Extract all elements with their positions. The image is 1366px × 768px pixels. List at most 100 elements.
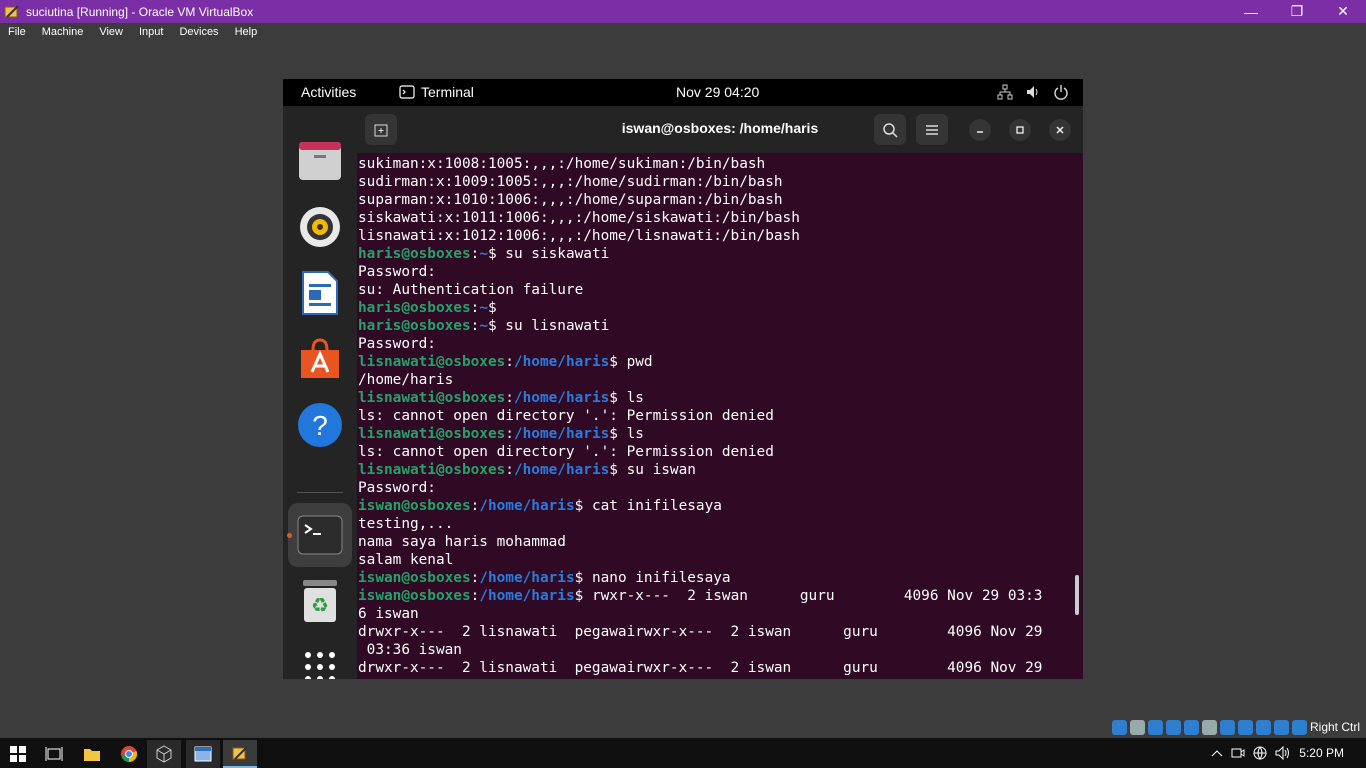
show-applications-icon[interactable] [297, 644, 343, 679]
network-adapter-icon[interactable] [1165, 719, 1181, 735]
system-menu[interactable] [997, 84, 1069, 100]
prompt-user: lisnawati@osboxes [358, 390, 506, 406]
mouse-integration-icon[interactable] [1273, 719, 1289, 735]
terminal-line: sukiman:x:1008:1005:,,,:/home/sukiman:/b… [358, 155, 1072, 173]
terminal-text: $ cat inifilesaya [574, 498, 722, 514]
windows-taskbar: 5:20 PM [0, 738, 1366, 768]
prompt-path: /home/haris [513, 462, 610, 478]
windows-logo-icon [10, 746, 26, 762]
help-icon[interactable]: ? [297, 402, 343, 448]
terminal-line: ls: cannot open directory '.': Permissio… [358, 407, 1072, 425]
file-explorer-button[interactable] [75, 740, 109, 768]
window-button[interactable] [186, 740, 220, 768]
task-view-button[interactable] [37, 740, 71, 768]
terminal-text: salam kenal [358, 552, 454, 568]
terminal-line: haris@osboxes:~$ su lisnawati [358, 317, 1072, 335]
maximize-icon [1016, 126, 1024, 134]
prompt-path: /home/haris [479, 588, 575, 604]
virtualbox-vm-icon [232, 746, 248, 760]
clock[interactable]: Nov 29 04:20 [676, 84, 759, 100]
terminal-line: Password: [358, 479, 1072, 497]
host-key-label: Right Ctrl [1309, 720, 1360, 734]
terminal-line: haris@osboxes:~$ [358, 299, 1072, 317]
prompt-user: iswan@osboxes [358, 588, 471, 604]
audio-icon[interactable] [1147, 719, 1163, 735]
libreoffice-writer-icon[interactable] [297, 270, 343, 316]
menu-machine[interactable]: Machine [34, 26, 92, 38]
terminal-text: $ ls [609, 426, 644, 442]
terminal-line: ls: cannot open directory '.': Permissio… [358, 443, 1072, 461]
terminal-text: sukiman:x:1008:1005:,,,:/home/sukiman:/b… [358, 156, 766, 172]
prompt-path: ~ [479, 300, 488, 316]
display-icon[interactable] [1219, 719, 1235, 735]
terminal-text: : [470, 588, 480, 604]
terminal-line: lisnawati@osboxes:/home/haris$ ls [358, 425, 1072, 443]
cpu-icon[interactable] [1255, 719, 1271, 735]
files-icon[interactable] [297, 138, 343, 184]
menu-devices[interactable]: Devices [171, 26, 226, 38]
prompt-path: /home/haris [513, 426, 610, 442]
terminal-line: drwxr-x--- 2 lisnawati pegawairwxr-x--- … [358, 659, 1072, 677]
terminal-text: suparman:x:1010:1006:,,,:/home/suparman:… [358, 192, 783, 208]
menu-button[interactable] [916, 114, 948, 145]
app-menu[interactable]: Terminal [399, 84, 474, 100]
app-name: Terminal [421, 84, 474, 100]
virtualbox-vm-button[interactable] [223, 740, 257, 768]
terminal-text: nama saya haris mohammad [358, 534, 566, 550]
close-button[interactable]: ✕ [1320, 0, 1366, 23]
storage-icon[interactable] [1111, 719, 1127, 735]
shared-folders-icon[interactable] [1201, 719, 1217, 735]
terminal-close-button[interactable] [1049, 119, 1071, 141]
terminal-scrollbar[interactable] [1075, 575, 1079, 615]
power-icon [1054, 85, 1068, 100]
terminal-text: drwxr-x--- 2 lisnawati pegawairwxr-x--- … [358, 624, 1043, 640]
meet-now-icon[interactable] [1231, 746, 1245, 760]
restore-button[interactable]: ❐ [1274, 0, 1320, 23]
terminal-output[interactable]: sukiman:x:1008:1005:,,,:/home/sukiman:/b… [358, 155, 1072, 679]
svg-text:♻: ♻ [311, 593, 329, 617]
terminal-window[interactable]: iswan@osboxes: /home/haris sukiman:x:100… [357, 106, 1083, 679]
recording-icon[interactable] [1237, 719, 1253, 735]
terminal-line: 03:36 iswan [358, 641, 1072, 659]
terminal-line: nama saya haris mohammad [358, 533, 1072, 551]
search-button[interactable] [874, 114, 906, 145]
keyboard-icon[interactable] [1291, 719, 1307, 735]
menu-view[interactable]: View [91, 26, 131, 38]
chrome-button[interactable] [112, 740, 146, 768]
menu-input[interactable]: Input [131, 26, 171, 38]
prompt-user: iswan@osboxes [358, 570, 471, 586]
trash-icon[interactable]: ♻ [297, 578, 343, 624]
terminal-text: Password: [358, 480, 436, 496]
terminal-dock-icon[interactable] [297, 512, 343, 558]
activities-button[interactable]: Activities [301, 84, 356, 100]
prompt-user: haris@osboxes [358, 246, 471, 262]
menu-help[interactable]: Help [227, 26, 266, 38]
terminal-text: siskawati:x:1011:1006:,,,:/home/siskawat… [358, 210, 800, 226]
chevron-up-icon[interactable] [1211, 748, 1223, 758]
terminal-line: lisnawati@osboxes:/home/haris$ su iswan [358, 461, 1072, 479]
rhythmbox-icon[interactable] [297, 204, 343, 250]
terminal-text: : [505, 426, 514, 442]
terminal-text: $ su lisnawati [487, 318, 610, 334]
globe-icon[interactable] [1253, 746, 1267, 760]
optical-drive-icon[interactable] [1129, 719, 1145, 735]
app-center-icon[interactable] [297, 336, 343, 382]
terminal-maximize-button[interactable] [1009, 119, 1031, 141]
prompt-user: haris@osboxes [358, 318, 471, 334]
minimize-button[interactable]: — [1228, 0, 1274, 23]
usb-icon[interactable] [1183, 719, 1199, 735]
menu-file[interactable]: File [0, 26, 34, 38]
cube-icon [156, 745, 172, 763]
prompt-path: /home/haris [513, 354, 610, 370]
taskbar-clock[interactable]: 5:20 PM [1299, 746, 1344, 760]
terminal-line: testing,... [358, 515, 1072, 533]
virtualbox-manager-button[interactable] [147, 740, 181, 768]
windows-start-button[interactable] [1, 740, 35, 768]
terminal-text: $ su iswan [609, 462, 696, 478]
speaker-icon[interactable] [1275, 746, 1291, 760]
prompt-user: lisnawati@osboxes [358, 462, 506, 478]
terminal-minimize-button[interactable] [969, 119, 991, 141]
terminal-text: $ pwd [609, 354, 653, 370]
terminal-text: 6 iswan [358, 606, 419, 622]
guest-screen[interactable]: Activities Terminal Nov 29 04:20 ? ♻ isw… [283, 79, 1083, 679]
